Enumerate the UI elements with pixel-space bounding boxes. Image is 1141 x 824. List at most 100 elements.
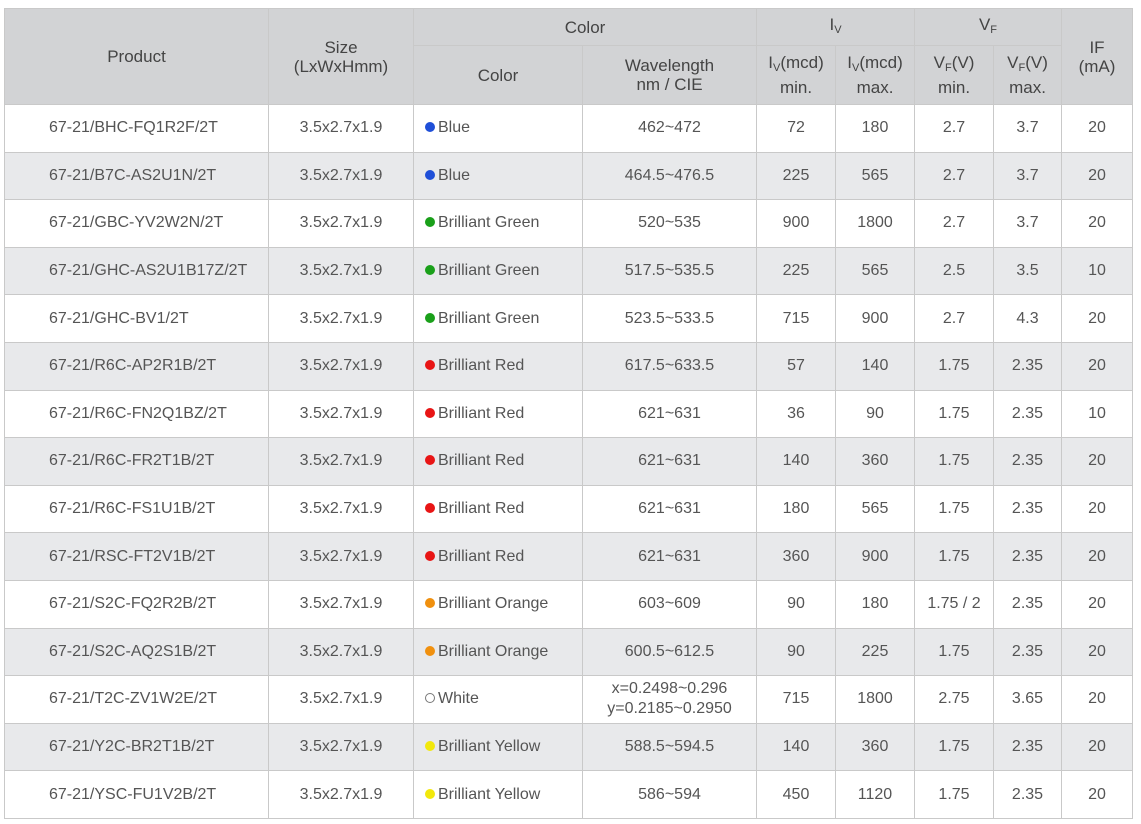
vf-min-cell: 1.75 bbox=[914, 341, 994, 391]
table-body: 67-21/BHC-FQ1R2F/2T 3.5x2.7x1.9 Blue 462~47… bbox=[4, 104, 1133, 819]
iv-min-cell: 57 bbox=[756, 341, 836, 391]
color-label: Blue bbox=[438, 166, 471, 184]
size-cell: 3.5x2.7x1.9 bbox=[268, 770, 414, 819]
size-cell: 3.5x2.7x1.9 bbox=[268, 151, 414, 201]
iv-max-cell: 140 bbox=[835, 341, 915, 391]
yellow-color-dot-icon bbox=[425, 788, 435, 799]
vf-min-cell: 2.7 bbox=[914, 151, 994, 201]
color-label: Blue bbox=[438, 119, 471, 137]
green-color-dot-icon bbox=[425, 265, 435, 276]
led-spec-table-wrapper: Product Size (LxWxHmm) Color IV VF IF (m… bbox=[4, 8, 1133, 819]
color-cell: Brilliant Yellow bbox=[413, 722, 583, 772]
wavelength-cell: 621~631 bbox=[582, 389, 757, 439]
table-row: 67-21/R6C-AP2R1B/2T 3.5x2.7x1.9 Brilliant … bbox=[4, 341, 1133, 391]
header-vf-group: VF bbox=[914, 8, 1062, 46]
header-vf-max-line2: max. bbox=[1009, 78, 1046, 97]
vf-min-cell: 1.75 bbox=[914, 389, 994, 439]
product-cell: 67-21/R6C-FS1U1B/2T bbox=[4, 484, 269, 534]
header-vf-max-unit: (V) bbox=[1025, 53, 1048, 72]
size-cell: 3.5x2.7x1.9 bbox=[268, 627, 414, 677]
header-iv-max-line2: max. bbox=[856, 78, 894, 97]
color-label: Brilliant Red bbox=[438, 452, 525, 470]
product-cell: 67-21/S2C-FQ2R2B/2T bbox=[4, 579, 269, 629]
size-cell: 3.5x2.7x1.9 bbox=[268, 437, 414, 486]
color-label: Brilliant Yellow bbox=[438, 738, 541, 756]
table-row: 67-21/S2C-FQ2R2B/2T 3.5x2.7x1.9 Brilliant … bbox=[4, 579, 1133, 629]
color-label: White bbox=[438, 690, 479, 708]
vf-min-cell: 1.75 bbox=[914, 532, 994, 581]
wavelength-cell: 617.5~633.5 bbox=[582, 341, 757, 391]
vf-max-cell: 3.5 bbox=[993, 246, 1062, 296]
vf-min-cell: 1.75 bbox=[914, 627, 994, 677]
wavelength-cell: 621~631 bbox=[582, 437, 757, 486]
table-row: 67-21/RSC-FT2V1B/2T 3.5x2.7x1.9 Brilliant … bbox=[4, 532, 1133, 581]
table-row: 67-21/BHC-FQ1R2F/2T 3.5x2.7x1.9 Blue 462~47… bbox=[4, 104, 1133, 153]
iv-min-cell: 360 bbox=[756, 532, 836, 581]
table-row: 67-21/GHC-BV1/2T 3.5x2.7x1.9 Brilliant Gre… bbox=[4, 294, 1133, 343]
color-label: Brilliant Green bbox=[438, 214, 540, 232]
if-cell: 20 bbox=[1061, 294, 1133, 343]
size-cell: 3.5x2.7x1.9 bbox=[268, 579, 414, 629]
iv-max-cell: 565 bbox=[835, 246, 915, 296]
vf-max-cell: 3.65 bbox=[993, 675, 1062, 724]
size-cell: 3.5x2.7x1.9 bbox=[268, 199, 414, 248]
product-cell: 67-21/GHC-BV1/2T bbox=[4, 294, 269, 343]
table-row: 67-21/R6C-FS1U1B/2T 3.5x2.7x1.9 Brilliant … bbox=[4, 484, 1133, 534]
header-vf-min-base: V bbox=[933, 53, 945, 72]
vf-max-cell: 2.35 bbox=[993, 722, 1062, 772]
if-cell: 20 bbox=[1061, 675, 1133, 724]
vf-max-cell: 3.7 bbox=[993, 151, 1062, 201]
header-vf-group-sub: F bbox=[990, 23, 998, 36]
color-label: Brilliant Red bbox=[438, 547, 525, 565]
iv-max-cell: 900 bbox=[835, 294, 915, 343]
color-label: Brilliant Yellow bbox=[438, 785, 541, 803]
color-cell: Blue bbox=[413, 151, 583, 201]
color-cell: Brilliant Orange bbox=[413, 579, 583, 629]
vf-min-cell: 2.7 bbox=[914, 294, 994, 343]
product-cell: 67-21/T2C-ZV1W2E/2T bbox=[4, 675, 269, 724]
if-cell: 20 bbox=[1061, 104, 1133, 153]
vf-max-cell: 2.35 bbox=[993, 579, 1062, 629]
iv-min-cell: 90 bbox=[756, 579, 836, 629]
if-cell: 10 bbox=[1061, 389, 1133, 439]
iv-max-cell: 180 bbox=[835, 579, 915, 629]
iv-min-cell: 36 bbox=[756, 389, 836, 439]
header-iv-min-unit: (mcd) bbox=[780, 53, 824, 72]
iv-max-cell: 90 bbox=[835, 389, 915, 439]
table-row: 67-21/GBC-YV2W2N/2T 3.5x2.7x1.9 Brilliant … bbox=[4, 199, 1133, 248]
iv-min-cell: 72 bbox=[756, 104, 836, 153]
color-cell: Brilliant Orange bbox=[413, 627, 583, 677]
header-vf-group-base: V bbox=[978, 14, 991, 34]
iv-min-cell: 715 bbox=[756, 675, 836, 724]
header-if: IF (mA) bbox=[1061, 8, 1133, 105]
green-color-dot-icon bbox=[425, 312, 435, 323]
header-iv-max-unit: (mcd) bbox=[859, 53, 903, 72]
wavelength-cell: 517.5~535.5 bbox=[582, 246, 757, 296]
iv-min-cell: 715 bbox=[756, 294, 836, 343]
header-color-group: Color bbox=[413, 8, 757, 46]
header-iv-group-sub: V bbox=[834, 23, 842, 36]
blue-color-dot-icon bbox=[425, 169, 435, 180]
iv-max-cell: 1120 bbox=[835, 770, 915, 819]
white-color-dot-icon bbox=[425, 693, 435, 704]
color-cell: Brilliant Red bbox=[413, 532, 583, 581]
color-cell: White bbox=[413, 675, 583, 724]
vf-max-cell: 3.7 bbox=[993, 104, 1062, 153]
vf-min-cell: 2.75 bbox=[914, 675, 994, 724]
wavelength-cell: 603~609 bbox=[582, 579, 757, 629]
size-cell: 3.5x2.7x1.9 bbox=[268, 104, 414, 153]
wavelength-cell: 464.5~476.5 bbox=[582, 151, 757, 201]
vf-min-cell: 1.75 / 2 bbox=[914, 579, 994, 629]
wavelength-cell: 621~631 bbox=[582, 532, 757, 581]
wavelength-cell: x=0.2498~0.296 y=0.2185~0.2950 bbox=[582, 675, 757, 724]
if-cell: 20 bbox=[1061, 437, 1133, 486]
wavelength-cell: 523.5~533.5 bbox=[582, 294, 757, 343]
header-vf-min-sub: F bbox=[944, 62, 952, 74]
header-if-line2: (mA) bbox=[1078, 56, 1116, 76]
vf-max-cell: 2.35 bbox=[993, 770, 1062, 819]
table-row: 67-21/Y2C-BR2T1B/2T 3.5x2.7x1.9 Brilliant … bbox=[4, 722, 1133, 772]
product-cell: 67-21/R6C-AP2R1B/2T bbox=[4, 341, 269, 391]
color-cell: Brilliant Red bbox=[413, 341, 583, 391]
header-wavelength-line2: nm / CIE bbox=[636, 75, 703, 94]
product-cell: 67-21/R6C-FR2T1B/2T bbox=[4, 437, 269, 486]
